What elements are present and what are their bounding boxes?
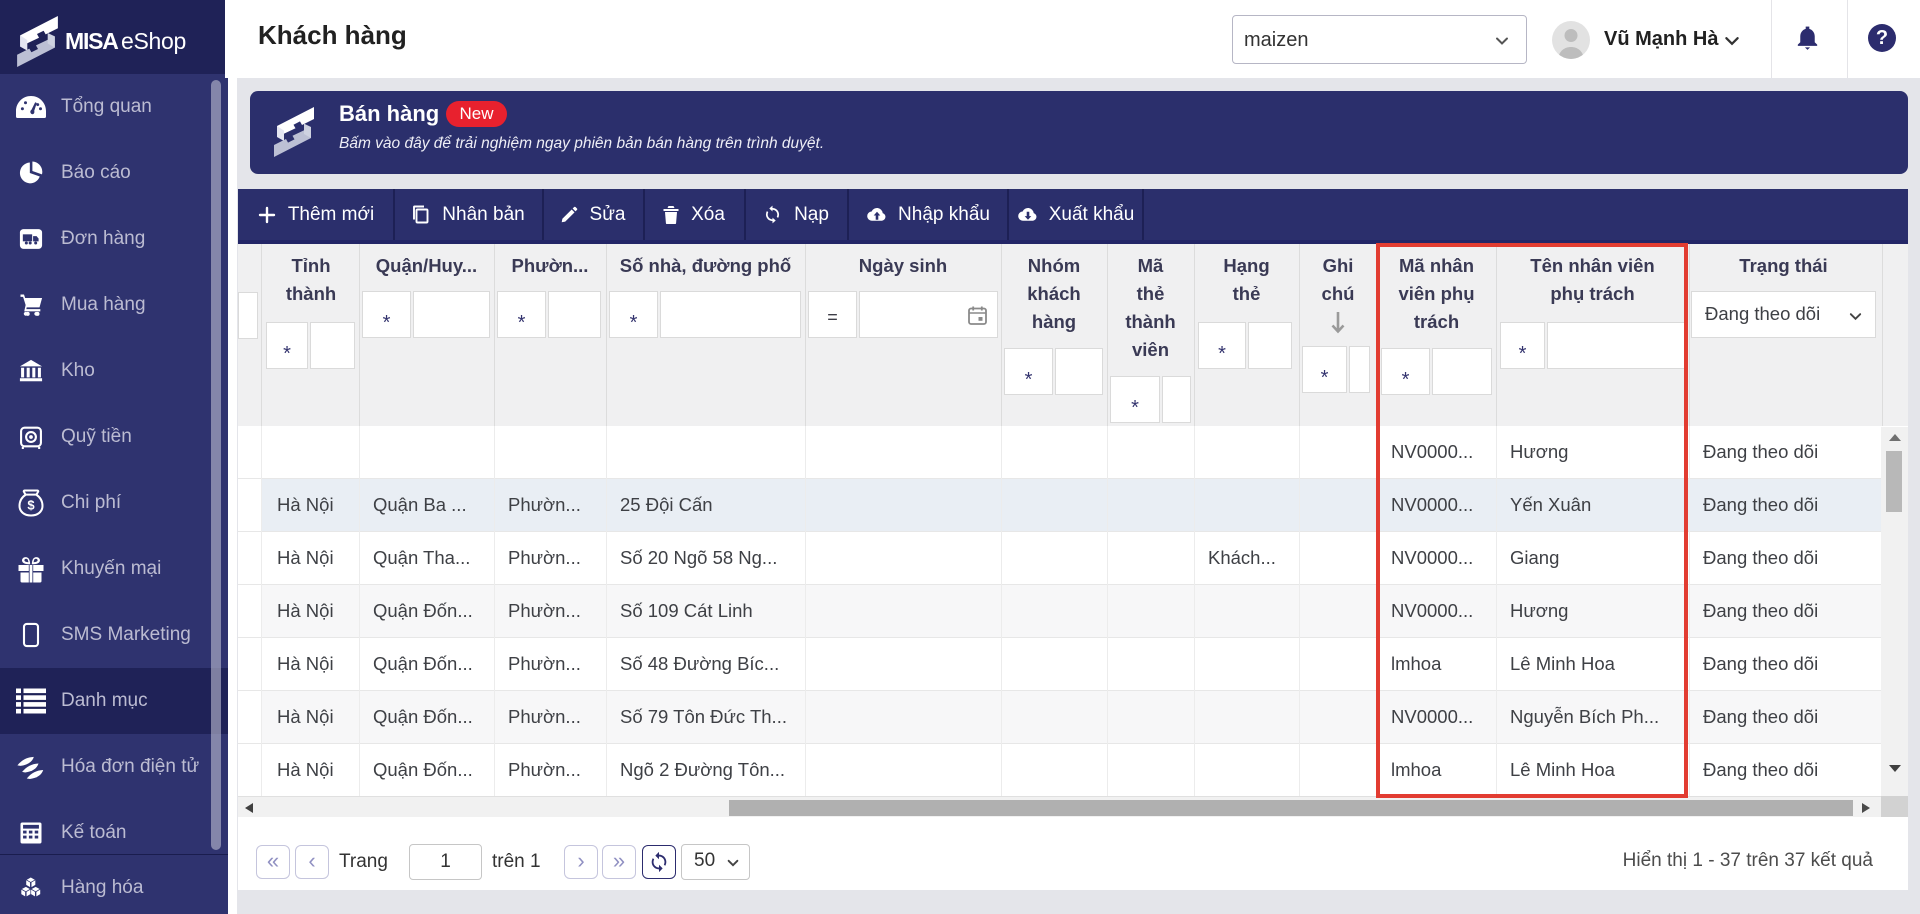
svg-text:$: $: [27, 498, 35, 513]
